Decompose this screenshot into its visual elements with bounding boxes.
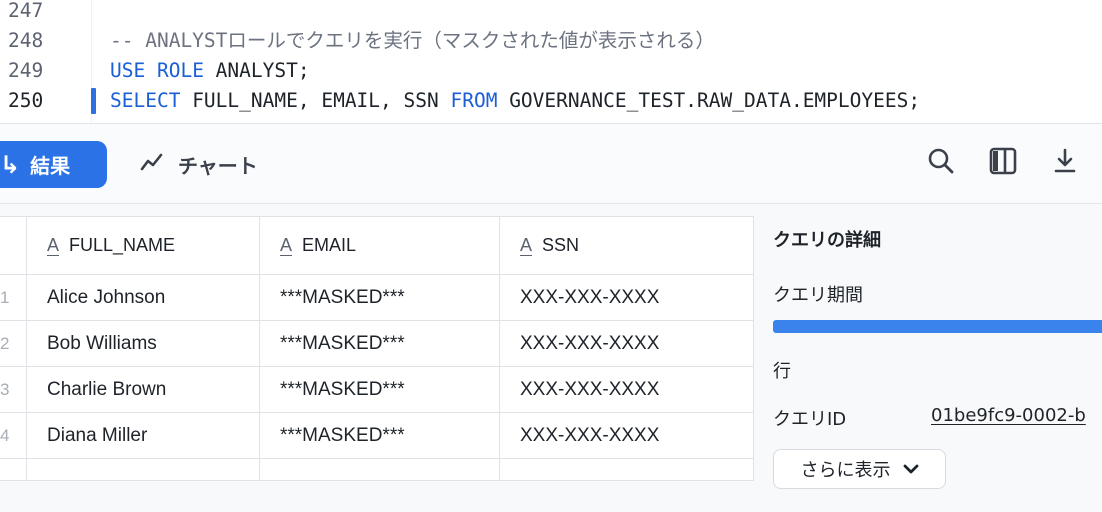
code-line[interactable]: 247 [0,0,1102,26]
table-row[interactable]: 3 Charlie Brown ***MASKED*** XXX-XXX-XXX… [0,366,754,413]
row-number: 4 [0,412,27,459]
sql-keyword: FROM [450,89,498,112]
cell-email[interactable]: ***MASKED*** [259,274,500,321]
row-number-header [0,216,27,275]
rows-label: 行 [773,361,791,382]
column-header-label: FULL_NAME [69,235,176,255]
text-type-icon: A [520,235,533,255]
query-id-link[interactable]: 01be9fc9-0002-b [931,405,1086,426]
sql-identifier: ANALYST; [203,59,310,82]
table-row[interactable]: 2 Bob Williams ***MASKED*** XXX-XXX-XXXX [0,320,754,367]
query-duration-bar [773,320,1102,333]
line-number: 249 [8,59,44,82]
line-number: 247 [8,0,44,22]
search-icon[interactable] [926,146,956,176]
download-icon[interactable] [1050,146,1080,176]
chevron-down-icon [903,459,919,480]
table-header-row: A FULL_NAME A EMAIL A SSN [0,216,754,275]
query-id-label: クエリID [773,409,847,430]
cell-ssn[interactable]: XXX-XXX-XXXX [499,274,754,321]
row-number: 2 [0,320,27,367]
sql-identifier: FULL_NAME, EMAIL, SSN [180,89,451,112]
cell-email[interactable]: ***MASKED*** [259,320,500,367]
text-type-icon: A [280,235,293,255]
sql-identifier: GOVERNANCE_TEST.RAW_DATA.EMPLOYEES; [497,89,921,112]
column-header-label: EMAIL [302,235,357,255]
cell-empty [259,458,500,481]
sql-editor[interactable]: 247 248 -- ANALYSTロールでクエリを実行（マスクされた値が表示される… [0,0,1102,123]
sql-keyword: USE [110,59,157,82]
text-type-icon: A [47,235,60,255]
cell-full-name[interactable]: Diana Miller [26,412,260,459]
column-header-full-name[interactable]: A FULL_NAME [26,216,260,275]
columns-icon[interactable] [988,146,1018,176]
column-header-label: SSN [542,235,580,255]
cell-ssn[interactable]: XXX-XXX-XXXX [499,412,754,459]
active-line-indicator [91,88,96,114]
code-text: SELECT FULL_NAME, EMAIL, SSN FROM GOVERN… [110,86,920,116]
code-text: USE ROLE ANALYST; [110,56,310,86]
code-line[interactable]: 250 SELECT FULL_NAME, EMAIL, SSN FROM GOV… [0,86,1102,116]
table-row[interactable]: 1 Alice Johnson ***MASKED*** XXX-XXX-XXX… [0,274,754,321]
cell-empty [499,458,754,481]
table-row[interactable]: 4 Diana Miller ***MASKED*** XXX-XXX-XXXX [0,412,754,459]
code-text: -- ANALYSTロールでクエリを実行（マスクされた値が表示される） [110,26,715,56]
query-duration-label: クエリ期間 [773,285,863,306]
code-line[interactable]: 248 -- ANALYSTロールでクエリを実行（マスクされた値が表示される） [0,26,1102,56]
cell-full-name[interactable]: Bob Williams [26,320,260,367]
query-details-title: クエリの詳細 [773,230,881,251]
sql-keyword: SELECT [110,89,181,112]
cell-full-name[interactable]: Alice Johnson [26,274,260,321]
row-number [0,458,27,481]
return-arrow-icon: ↳ [0,150,21,179]
line-number: 248 [8,29,44,52]
tab-chart-label: チャート [178,154,258,178]
cell-email[interactable]: ***MASKED*** [259,366,500,413]
query-duration-bar-fill [773,320,1102,333]
cell-full-name[interactable]: Charlie Brown [26,366,260,413]
code-line[interactable]: 249 USE ROLE ANALYST; [0,56,1102,86]
results-table: A FULL_NAME A EMAIL A SSN 1 Alice Johnso… [0,216,754,481]
show-more-label: さらに表示 [800,460,891,481]
show-more-button[interactable]: さらに表示 [773,449,946,489]
line-number: 250 [8,89,44,112]
cell-email[interactable]: ***MASKED*** [259,412,500,459]
cell-empty [26,458,260,481]
sql-comment: -- ANALYSTロールでクエリを実行（マスクされた値が表示される） [110,29,715,52]
table-row-empty [0,458,754,481]
row-number: 1 [0,274,27,321]
cell-ssn[interactable]: XXX-XXX-XXXX [499,320,754,367]
sql-keyword: ROLE [156,59,204,82]
chart-line-icon [140,152,164,177]
row-number: 3 [0,366,27,413]
query-details-panel: クエリの詳細 クエリ期間 行 クエリID 01be9fc9-0002-b さらに… [773,204,1102,512]
cell-ssn[interactable]: XXX-XXX-XXXX [499,366,754,413]
tab-results[interactable]: ↳ 結果 [0,141,107,188]
tab-chart[interactable]: チャート [140,141,258,188]
column-header-email[interactable]: A EMAIL [259,216,500,275]
column-header-ssn[interactable]: A SSN [499,216,754,275]
tab-results-label: 結果 [30,154,71,178]
